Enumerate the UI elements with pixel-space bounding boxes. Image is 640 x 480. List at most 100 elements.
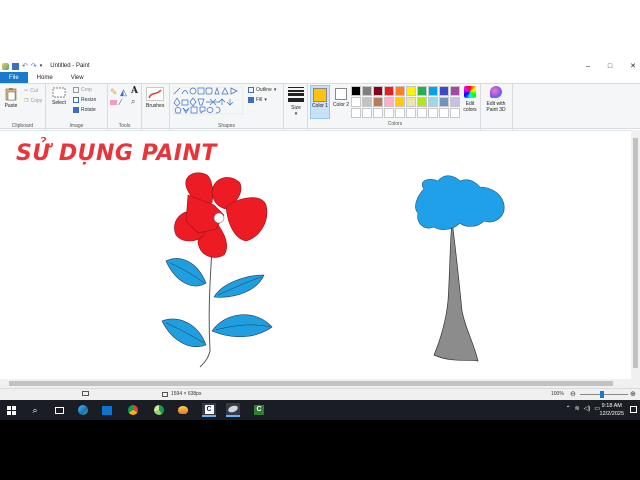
paste-button[interactable]: Paste <box>4 87 18 109</box>
select-button[interactable]: Select <box>52 87 66 106</box>
palette-swatch[interactable] <box>439 86 449 96</box>
redo-icon[interactable]: ↷ <box>31 63 37 70</box>
palette-swatch[interactable] <box>373 97 383 107</box>
tools-label: Tools <box>118 123 131 129</box>
network-app-icon[interactable] <box>226 403 240 417</box>
color1-button[interactable]: Color 1 <box>310 85 330 119</box>
window-title: Untitled - Paint <box>50 63 90 69</box>
palette-swatch[interactable] <box>351 86 361 96</box>
minimize-button[interactable]: – <box>586 63 590 70</box>
task-view-icon[interactable] <box>52 403 66 417</box>
zoom-out-button[interactable]: ⊖ <box>570 390 576 398</box>
chrome-alt-icon[interactable] <box>152 403 166 417</box>
palette-swatch[interactable] <box>439 108 449 118</box>
tab-home[interactable]: Home <box>28 72 62 83</box>
pencil-icon[interactable]: ✎ <box>110 87 118 98</box>
zoom-slider[interactable] <box>580 391 628 398</box>
eraser-icon[interactable] <box>110 100 117 105</box>
clipboard-group: Paste ✂ Cut ❐ Copy Clipboard <box>0 84 46 130</box>
palette-swatch[interactable] <box>450 97 460 107</box>
palette-swatch[interactable] <box>417 86 427 96</box>
tab-file[interactable]: File <box>0 72 28 83</box>
palette-swatch[interactable] <box>373 108 383 118</box>
save-icon[interactable] <box>12 62 19 70</box>
palette-swatch[interactable] <box>450 108 460 118</box>
drawing-canvas[interactable]: SỬ DỤNG PAINT <box>0 131 631 379</box>
palette-swatch[interactable] <box>406 97 416 107</box>
palette-swatch[interactable] <box>428 86 438 96</box>
ribbon-separator <box>480 84 481 130</box>
notification-icon[interactable] <box>630 406 637 413</box>
palette-swatch[interactable] <box>351 108 361 118</box>
brushes-button[interactable]: Brushes <box>146 87 164 109</box>
vertical-scrollbar[interactable] <box>631 130 640 380</box>
palette-swatch[interactable] <box>417 97 427 107</box>
tab-view[interactable]: View <box>62 72 93 83</box>
palette-swatch[interactable] <box>384 108 394 118</box>
maximize-button[interactable]: □ <box>608 63 612 70</box>
select-label: Select <box>52 100 66 106</box>
palette-swatch[interactable] <box>384 86 394 96</box>
chrome-icon[interactable] <box>126 403 140 417</box>
palette-swatch[interactable] <box>428 108 438 118</box>
zoom-slider-thumb[interactable] <box>600 391 604 398</box>
palette-swatch[interactable] <box>439 97 449 107</box>
horizontal-scroll-thumb[interactable] <box>9 381 613 386</box>
store-icon[interactable] <box>100 403 114 417</box>
palette-swatch[interactable] <box>395 97 405 107</box>
edge-icon[interactable] <box>76 403 90 417</box>
text-tool-icon[interactable]: A <box>131 86 138 96</box>
paint-app-icon[interactable] <box>176 403 190 417</box>
close-button[interactable]: ✕ <box>630 62 636 70</box>
palette-swatch[interactable] <box>406 108 416 118</box>
zoom-in-button[interactable]: ⊕ <box>630 390 636 398</box>
screen: ↶ ↷ ▾ Untitled - Paint – □ ✕ File Home V… <box>0 0 640 420</box>
camtasia-icon[interactable]: C <box>202 403 216 417</box>
outline-button[interactable]: Outline ▾ <box>248 87 276 93</box>
magnifier-icon[interactable]: ⌕ <box>131 97 135 107</box>
palette-swatch[interactable] <box>384 97 394 107</box>
fill-button[interactable]: Fill ▾ <box>248 97 267 103</box>
shapes-gallery[interactable] <box>173 87 245 115</box>
terminal-icon[interactable]: C <box>252 403 266 417</box>
crop-button[interactable]: Crop <box>73 87 92 93</box>
palette-swatch[interactable] <box>406 86 416 96</box>
palette-swatch[interactable] <box>373 86 383 96</box>
copy-button[interactable]: ❐ Copy <box>24 98 42 104</box>
search-icon[interactable]: ⌕ <box>28 403 42 417</box>
quick-access-toolbar: ↶ ↷ ▾ <box>0 60 42 72</box>
qat-dropdown-icon[interactable]: ▾ <box>40 63 43 70</box>
resize-button[interactable]: Resize <box>73 97 96 103</box>
chevron-up-icon[interactable]: ⌃ <box>566 405 571 412</box>
fill-bucket-icon[interactable]: ◭ <box>120 87 127 98</box>
wifi-icon[interactable]: ≋ <box>575 405 580 412</box>
size-lines-icon <box>288 87 304 102</box>
cut-button[interactable]: ✂ Cut <box>24 88 38 94</box>
color2-button[interactable]: Color 2 <box>332 85 350 119</box>
clock-date: 12/2/2025 <box>599 411 624 417</box>
canvas-size: 1594 × 638px <box>162 391 201 397</box>
vertical-scroll-thumb[interactable] <box>633 138 638 368</box>
color-picker-icon[interactable]: ⁄ <box>120 98 121 107</box>
cursor-icon <box>82 391 89 396</box>
edit-with-paint3d-button[interactable]: Edit with Paint 3D <box>484 86 508 113</box>
horizontal-scrollbar[interactable] <box>0 379 640 388</box>
palette-swatch[interactable] <box>362 97 372 107</box>
taskbar: ⌕ C C ⌃ ≋ ◁) ▭ 9:18 AM 12/2/2025 <box>0 400 640 420</box>
palette-swatch[interactable] <box>417 108 427 118</box>
size-button[interactable]: Size ▾ <box>288 87 304 117</box>
clock[interactable]: 9:18 AM 12/2/2025 <box>600 402 624 418</box>
palette-swatch[interactable] <box>395 108 405 118</box>
rotate-button[interactable]: Rotate <box>73 107 96 113</box>
volume-icon[interactable]: ◁) <box>584 405 591 412</box>
palette-swatch[interactable] <box>428 97 438 107</box>
palette-swatch[interactable] <box>362 108 372 118</box>
palette-swatch[interactable] <box>362 86 372 96</box>
edit-colors-button[interactable]: Edit colors <box>461 86 479 113</box>
color2-label: Color 2 <box>332 102 350 108</box>
palette-swatch[interactable] <box>395 86 405 96</box>
palette-swatch[interactable] <box>351 97 361 107</box>
palette-swatch[interactable] <box>450 86 460 96</box>
undo-icon[interactable]: ↶ <box>22 63 28 70</box>
start-icon[interactable] <box>4 403 18 417</box>
